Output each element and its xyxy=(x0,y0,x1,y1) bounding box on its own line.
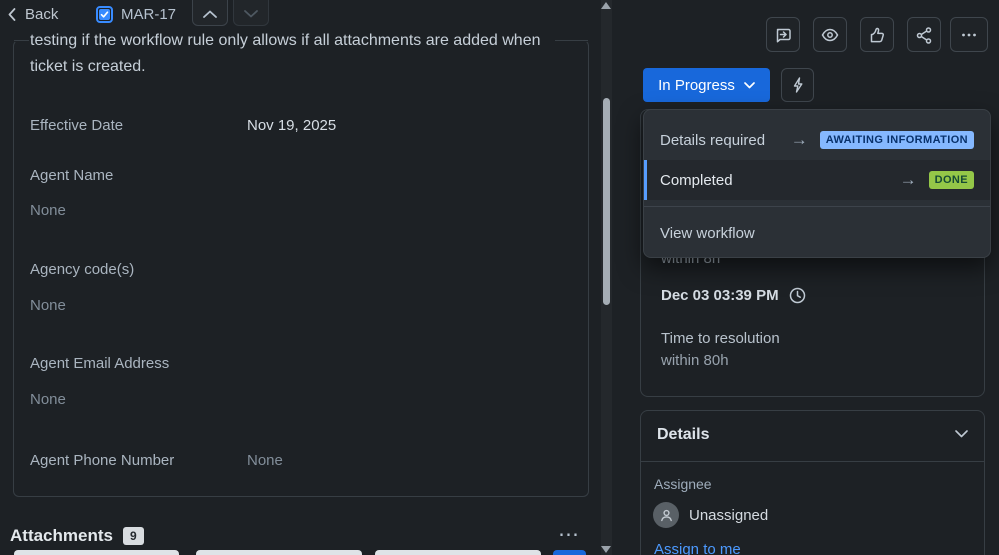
sla-due-time: Dec 03 03:39 PM xyxy=(661,287,806,304)
field-label-agent-email: Agent Email Address xyxy=(30,355,170,372)
field-value-agency-codes[interactable]: None xyxy=(30,297,66,314)
chevron-down-icon xyxy=(955,430,968,438)
attachments-title-text: Attachments xyxy=(10,526,113,545)
divider xyxy=(641,461,984,462)
lightning-icon xyxy=(793,77,802,93)
field-label-effective-date: Effective Date xyxy=(30,117,124,134)
assign-to-me-link[interactable]: Assign to me xyxy=(654,541,741,555)
eye-icon xyxy=(821,28,839,41)
top-bar xyxy=(0,0,600,28)
attachment-card-highlighted[interactable] xyxy=(553,550,586,555)
description-line: testing if the workflow rule only allows… xyxy=(30,32,541,49)
menu-item-completed[interactable]: Completed → DONE xyxy=(644,160,990,200)
status-badge-awaiting-information: AWAITING INFORMATION xyxy=(819,131,974,149)
person-icon xyxy=(660,509,672,521)
back-button[interactable]: Back xyxy=(8,3,58,25)
issue-view: testing if the workflow rule only allows… xyxy=(0,0,999,555)
transition-label: Completed xyxy=(660,171,733,189)
attachment-card[interactable] xyxy=(14,550,179,555)
attachments-section-title: Attachments 9 xyxy=(10,526,144,546)
add-internal-note-button[interactable] xyxy=(766,17,800,52)
field-value-effective-date[interactable]: Nov 19, 2025 xyxy=(247,117,336,134)
previous-issue-button[interactable] xyxy=(192,0,228,26)
scrollbar-thumb[interactable] xyxy=(603,98,610,305)
chevron-left-icon xyxy=(8,7,16,21)
attachments-more-button[interactable]: ⋯ xyxy=(558,522,581,547)
field-label-agent-name: Agent Name xyxy=(30,167,114,184)
share-button[interactable] xyxy=(907,17,941,52)
issue-key-label: MAR-17 xyxy=(121,5,177,23)
watch-button[interactable] xyxy=(813,17,847,52)
assignee-name: Unassigned xyxy=(689,506,769,524)
transition-label: Details required xyxy=(660,131,766,149)
status-badge-done: DONE xyxy=(928,171,974,189)
sla-resolution-label: Time to resolution xyxy=(661,330,780,347)
collapse-details-button[interactable] xyxy=(955,430,968,438)
field-value-agent-name[interactable]: None xyxy=(30,202,66,219)
details-panel-title[interactable]: Details xyxy=(657,426,709,444)
view-workflow-button[interactable]: View workflow xyxy=(644,213,990,253)
thumbs-up-icon xyxy=(870,27,885,42)
status-label: In Progress xyxy=(658,76,735,94)
divider xyxy=(644,206,990,207)
status-dropdown-menu: Details required → AWAITING INFORMATION … xyxy=(643,109,991,258)
attachment-card[interactable] xyxy=(196,550,362,555)
arrow-right-icon: → xyxy=(790,130,808,149)
field-value-agent-phone[interactable]: None xyxy=(247,452,283,469)
issue-key-breadcrumb[interactable]: MAR-17 xyxy=(96,3,176,25)
chevron-up-icon xyxy=(203,10,217,18)
vote-button[interactable] xyxy=(860,17,894,52)
automation-button[interactable] xyxy=(781,68,814,102)
avatar xyxy=(653,502,679,528)
field-value-agent-email[interactable]: None xyxy=(30,391,66,408)
more-actions-button[interactable] xyxy=(950,17,988,52)
menu-item-details-required[interactable]: Details required → AWAITING INFORMATION xyxy=(644,120,990,160)
next-issue-button[interactable] xyxy=(233,0,269,26)
scrollbar-down-arrow[interactable] xyxy=(601,546,611,553)
description-text[interactable]: testing if the workflow rule only allows… xyxy=(30,28,565,80)
chevron-down-icon xyxy=(244,10,258,18)
details-panel: Details Assignee Unassigned Assign to me xyxy=(640,410,985,555)
attachment-card[interactable] xyxy=(375,550,541,555)
attachments-count-badge: 9 xyxy=(122,527,144,545)
back-label: Back xyxy=(25,5,59,23)
more-horizontal-icon xyxy=(962,33,976,36)
arrow-right-icon: → xyxy=(899,170,917,189)
description-line: ticket is created. xyxy=(30,58,146,75)
scrollbar-up-arrow[interactable] xyxy=(601,2,611,9)
sla-due-time-text: Dec 03 03:39 PM xyxy=(661,287,779,304)
sla-resolution-value: within 80h xyxy=(661,352,729,369)
chevron-down-icon xyxy=(743,81,755,88)
task-type-icon xyxy=(96,5,113,23)
status-dropdown-button[interactable]: In Progress xyxy=(643,68,770,102)
share-icon xyxy=(916,26,932,44)
clock-icon xyxy=(789,287,805,304)
comment-forward-icon xyxy=(776,28,791,42)
assignee-field-label: Assignee xyxy=(654,476,712,492)
assignee-field-value[interactable]: Unassigned xyxy=(653,502,768,528)
field-label-agency-codes: Agency code(s) xyxy=(30,261,135,278)
field-label-agent-phone: Agent Phone Number xyxy=(30,452,175,469)
